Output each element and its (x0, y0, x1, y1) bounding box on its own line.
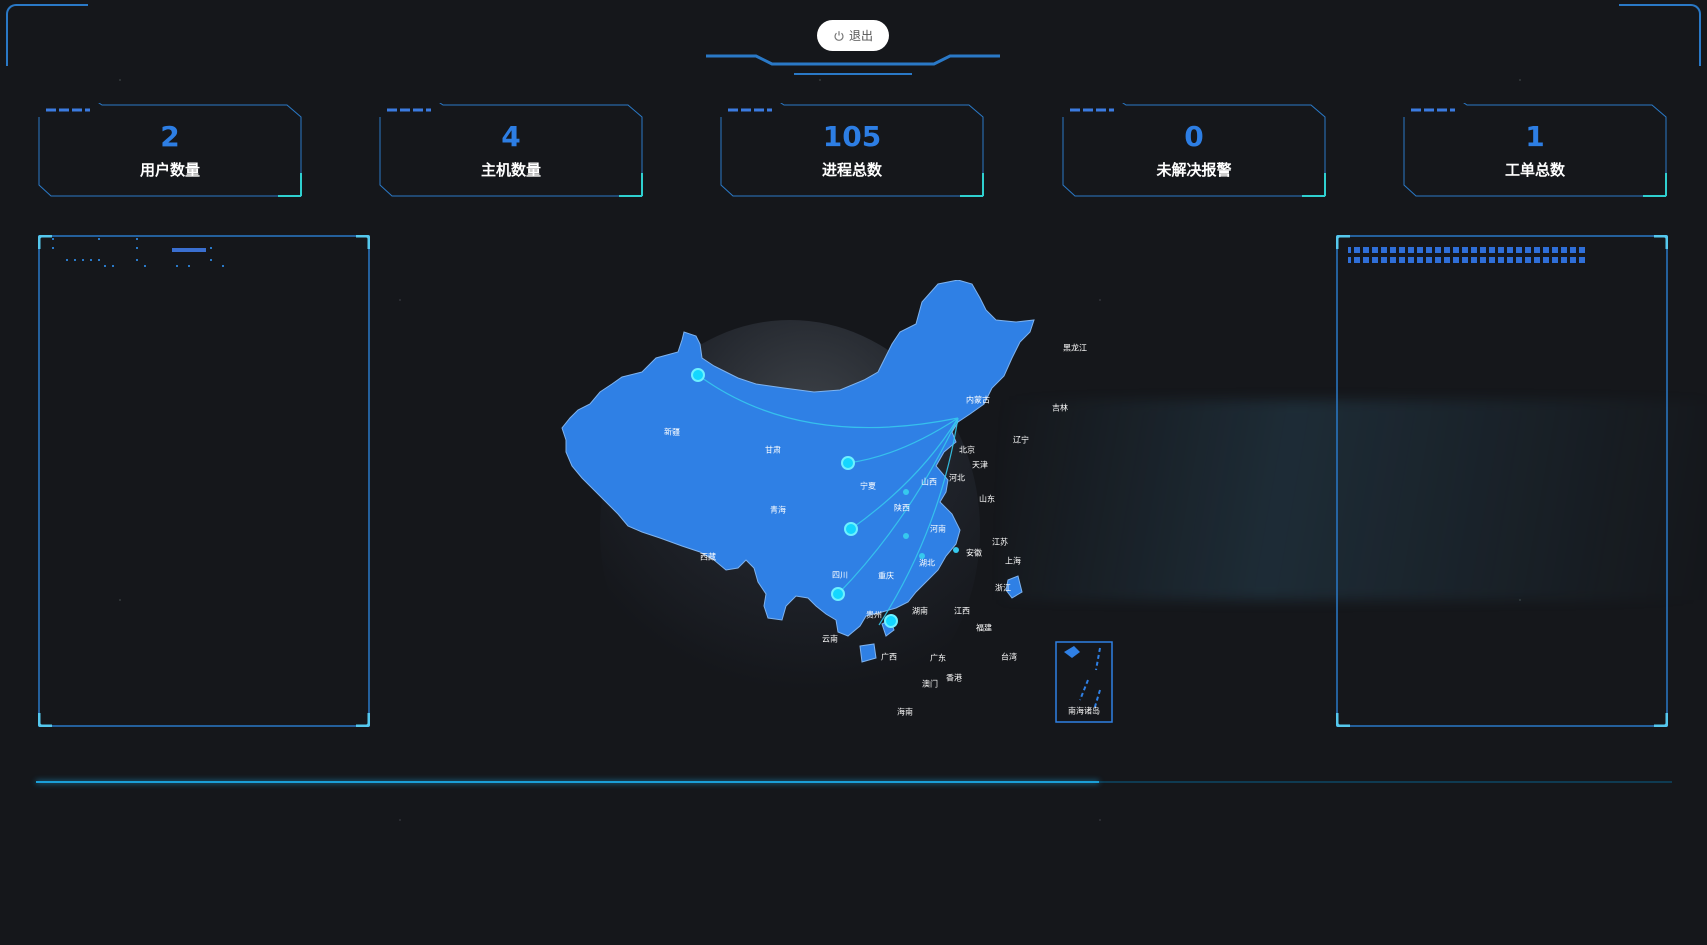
stat-label: 用户数量 (139, 161, 200, 179)
province-label: 南海诸岛 (1068, 706, 1100, 716)
frame-corner-top-left (6, 4, 88, 66)
province-label: 内蒙古 (966, 395, 990, 405)
province-label: 吉林 (1052, 403, 1068, 413)
province-label: 湖北 (919, 558, 935, 568)
province-label: 天津 (972, 460, 988, 470)
province-label: 河北 (949, 473, 965, 483)
province-label: 海南 (897, 707, 913, 717)
panel-frame (38, 235, 370, 727)
province-label: 香港 (946, 673, 962, 683)
province-label: 甘肃 (765, 445, 781, 455)
frame-corner-top-right (1619, 4, 1701, 66)
stat-card-users: 2 用户数量 (38, 103, 302, 197)
province-label: 河南 (930, 524, 946, 534)
province-label: 山西 (921, 477, 937, 487)
left-panel (38, 235, 370, 727)
province-label: 安徽 (966, 548, 982, 558)
province-label: 贵州 (866, 610, 882, 620)
stat-card-hosts: 4 主机数量 (379, 103, 643, 197)
province-label: 福建 (976, 623, 992, 633)
province-label: 上海 (1005, 556, 1021, 566)
province-label: 江苏 (992, 537, 1008, 547)
province-label: 四川 (832, 570, 848, 580)
province-label: 湖南 (912, 606, 928, 616)
province-label: 重庆 (878, 571, 894, 581)
province-label: 广东 (930, 653, 946, 663)
province-label: 黑龙江 (1063, 343, 1087, 353)
power-icon (834, 30, 844, 41)
province-label: 宁夏 (860, 481, 876, 491)
right-panel (1336, 235, 1668, 727)
stat-card-alerts: 0 未解决报警 (1062, 103, 1326, 197)
stat-label: 主机数量 (480, 161, 541, 179)
province-label: 澳门 (922, 679, 938, 689)
logout-button[interactable]: 退出 (817, 20, 889, 51)
stat-value: 4 (501, 120, 521, 153)
bottom-progress-fill (36, 781, 1100, 783)
province-label: 浙江 (995, 583, 1011, 593)
stat-value: 105 (822, 120, 882, 153)
header-decoration (706, 54, 1000, 75)
china-map-shape (561, 280, 1113, 723)
stat-card-processes: 105 进程总数 (720, 103, 984, 197)
province-label: 西藏 (700, 552, 716, 562)
province-label: 云南 (822, 634, 838, 644)
province-label: 辽宁 (1013, 435, 1029, 445)
province-label: 广西 (881, 652, 897, 662)
province-label: 江西 (954, 606, 970, 616)
province-label: 陕西 (894, 503, 910, 513)
stat-label: 工单总数 (1504, 161, 1565, 179)
province-label: 新疆 (664, 427, 680, 437)
province-label: 山东 (979, 494, 995, 504)
stat-value: 2 (160, 120, 180, 153)
province-label: 青海 (770, 505, 786, 515)
stat-value: 1 (1525, 120, 1545, 153)
province-label: 北京 (959, 445, 975, 455)
stat-value: 0 (1184, 120, 1204, 153)
bottom-progress-line (36, 781, 1672, 783)
stat-label: 进程总数 (821, 161, 882, 179)
logout-label: 退出 (848, 29, 873, 43)
panel-frame (1336, 235, 1668, 727)
stat-label: 未解决报警 (1156, 161, 1232, 179)
province-label: 台湾 (1001, 652, 1017, 662)
china-map: 新疆 甘肃 青海 西藏 内蒙古 黑龙江 吉林 辽宁 北京 天津 河北 山西 宁夏… (560, 280, 1150, 750)
stat-card-tickets: 1 工单总数 (1403, 103, 1667, 197)
